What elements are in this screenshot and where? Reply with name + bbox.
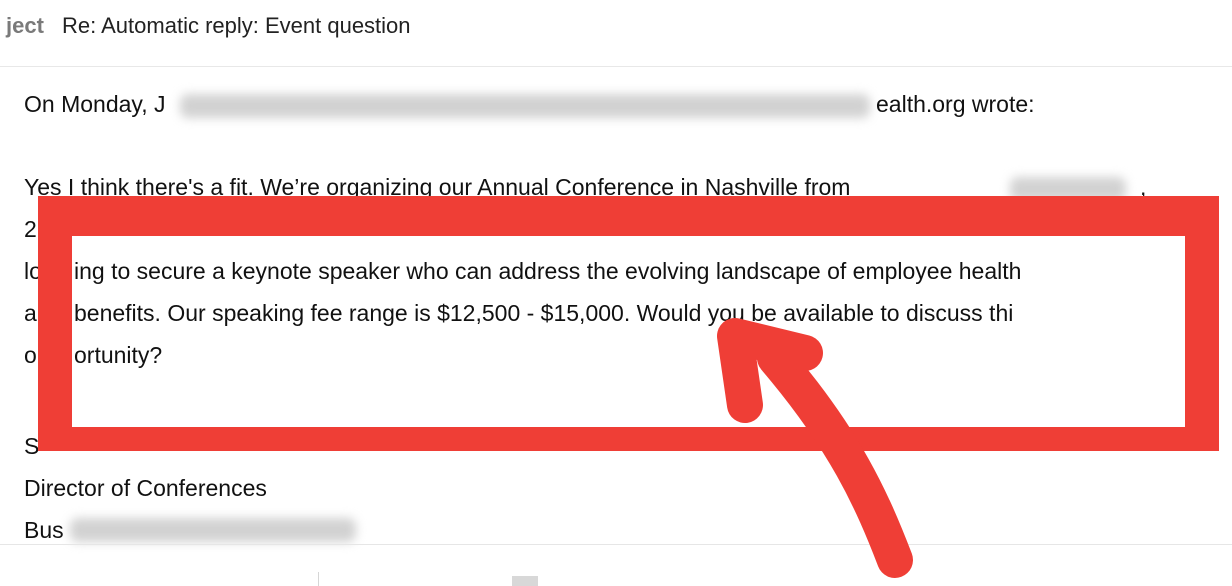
quote-header-start: On Monday, J xyxy=(24,91,166,117)
body-line-4: benefits. Our speaking fee range is $12,… xyxy=(74,300,1014,326)
footer-chip xyxy=(512,576,538,586)
redacted-dates xyxy=(1010,177,1126,201)
body-line-4-start: a xyxy=(24,300,37,326)
body-line-1-end: , xyxy=(1140,174,1147,200)
body-line-5-start: o xyxy=(24,342,37,368)
body-line-1: Yes I think there's a fit. We’re organiz… xyxy=(24,174,851,200)
header-divider xyxy=(0,66,1232,67)
subject-text: Re: Automatic reply: Event question xyxy=(62,13,411,38)
body-line-3-start: lo xyxy=(24,258,42,284)
body-line-3: ing to secure a keynote speaker who can … xyxy=(74,258,1022,284)
signature-initial: S xyxy=(24,433,40,459)
redacted-org xyxy=(70,518,356,542)
subject-label: ject xyxy=(6,13,44,38)
subject-bar: ject Re: Automatic reply: Event question xyxy=(0,0,1232,56)
arrow-shaft xyxy=(757,340,913,578)
footer-separator xyxy=(318,572,319,586)
body-line-2: 2 xyxy=(24,216,37,242)
arrow-head xyxy=(717,318,823,423)
quote-header-end: ealth.org wrote: xyxy=(876,91,1035,117)
footer-divider xyxy=(0,544,1232,545)
redacted-sender xyxy=(180,94,870,118)
body-line-5: ortunity? xyxy=(74,342,163,368)
signature-org: Bus xyxy=(24,517,64,543)
signature-title: Director of Conferences xyxy=(24,475,267,501)
